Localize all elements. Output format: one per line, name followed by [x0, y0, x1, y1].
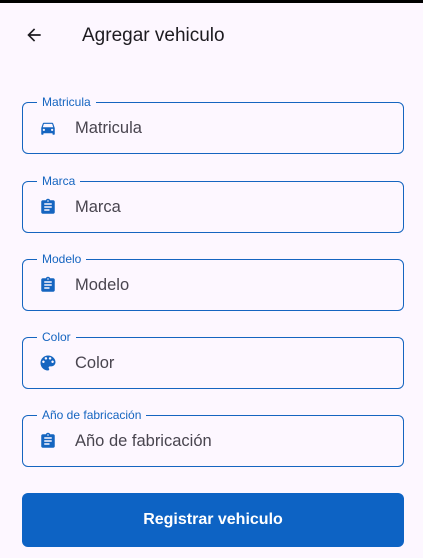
palette-icon [37, 352, 59, 374]
model-placeholder: Modelo [75, 276, 130, 294]
clipboard-icon [37, 196, 59, 218]
license-plate-field[interactable]: Matricula Matricula [22, 94, 404, 154]
arrow-left-icon [27, 28, 41, 42]
color-field[interactable]: Color Color [22, 329, 404, 389]
color-placeholder: Color [75, 354, 115, 372]
clipboard-icon [37, 430, 59, 452]
model-label: Modelo [37, 251, 87, 267]
manufacture-year-label: Año de fabricación [37, 407, 147, 423]
color-label: Color [37, 329, 76, 345]
add-vehicle-screen: Agregar vehiculo Matricula Matricula Mar… [0, 0, 423, 558]
license-plate-placeholder: Matricula [75, 119, 142, 137]
brand-label: Marca [37, 173, 81, 189]
brand-field[interactable]: Marca Marca [22, 173, 404, 233]
page-title: Agregar vehiculo [82, 25, 225, 46]
model-field[interactable]: Modelo Modelo [22, 251, 404, 311]
license-plate-label: Matricula [37, 94, 96, 110]
clipboard-icon [37, 274, 59, 296]
register-vehicle-button[interactable]: Registrar vehiculo [22, 493, 404, 547]
back-button[interactable] [20, 21, 48, 49]
car-icon [37, 117, 59, 139]
manufacture-year-placeholder: Año de fabricación [75, 432, 212, 450]
brand-placeholder: Marca [75, 198, 121, 216]
manufacture-year-field[interactable]: Año de fabricación Año de fabricación [22, 407, 404, 467]
app-bar: Agregar vehiculo [0, 3, 423, 63]
